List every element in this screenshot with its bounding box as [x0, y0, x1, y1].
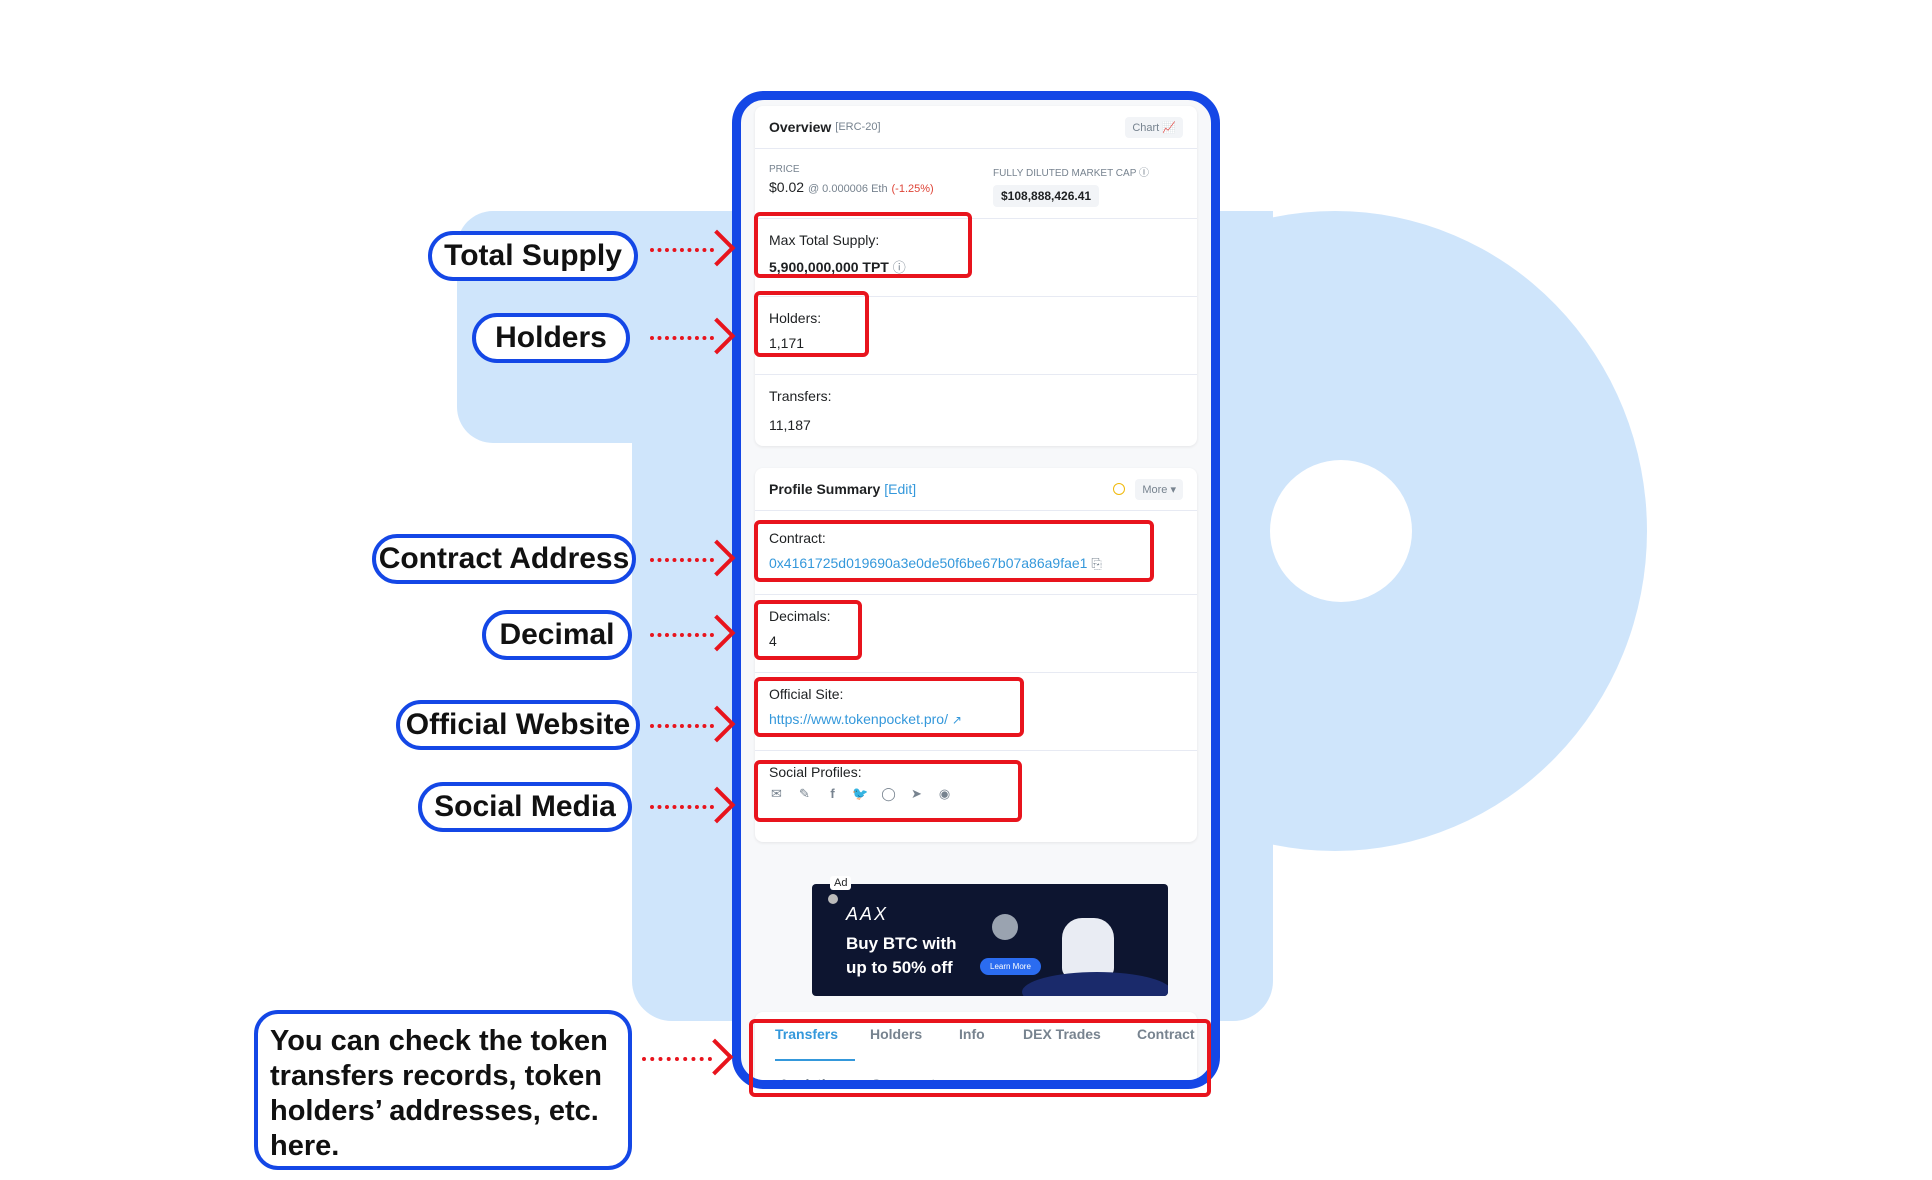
ad-brand: AAX	[846, 904, 889, 924]
highlight-tabs	[749, 1019, 1211, 1097]
arrow-social-media	[650, 786, 736, 824]
callout-total-supply: Total Supply	[428, 231, 638, 281]
divider	[755, 594, 1197, 595]
highlight-total-supply	[754, 212, 972, 278]
overview-header: Overview [ERC-20] Chart 📈	[755, 106, 1197, 149]
arrow-holders	[650, 317, 736, 355]
arrow-tabs	[642, 1038, 734, 1076]
ad-learn-more-button[interactable]: Learn More	[980, 958, 1041, 975]
divider	[755, 374, 1197, 375]
highlight-decimals	[754, 600, 862, 660]
callout-contract-address: Contract Address	[372, 534, 636, 584]
chevron-down-icon: ▾	[1170, 483, 1176, 496]
transfers-label: Transfers:	[769, 388, 832, 404]
planet-icon	[1022, 972, 1168, 996]
divider	[755, 750, 1197, 751]
background-logo-hole	[1270, 460, 1412, 602]
profile-header: Profile Summary [Edit] More ▾	[755, 468, 1197, 511]
ad-label: Ad	[830, 876, 852, 890]
callout-official-website: Official Website	[396, 700, 640, 750]
transfers-value: 11,187	[769, 417, 811, 433]
status-dot-icon	[1113, 483, 1126, 495]
arrow-official-website	[650, 705, 736, 743]
arrow-decimal	[650, 614, 736, 652]
market-cap-label: FULLY DILUTED MARKET CAP ⓘ	[993, 168, 1149, 179]
market-cap-section: FULLY DILUTED MARKET CAP ⓘ $108,888,426.…	[993, 164, 1149, 207]
arrow-contract	[650, 539, 736, 577]
help-icon: ⓘ	[1138, 168, 1149, 179]
arrow-total-supply	[650, 229, 736, 267]
market-cap-value: $108,888,426.41	[993, 185, 1100, 207]
price-label: PRICE	[769, 164, 800, 175]
more-dropdown[interactable]: More ▾	[1135, 478, 1183, 500]
callout-decimal: Decimal	[482, 610, 632, 660]
chart-button-label: Chart	[1132, 121, 1160, 134]
profile-title: Profile Summary	[769, 481, 881, 497]
price-section: PRICE $0.02 @ 0.000006 Eth (-1.25%)	[769, 164, 934, 195]
ad-banner[interactable]: AAX Buy BTC with up to 50% off Learn Mor…	[812, 884, 1168, 996]
edit-link[interactable]: [Edit]	[884, 481, 916, 497]
chart-button[interactable]: Chart 📈	[1125, 116, 1183, 138]
overview-title: Overview	[769, 119, 832, 135]
ad-line2: up to 50% off	[846, 958, 953, 977]
price-value: $0.02	[769, 179, 805, 195]
price-change: (-1.25%)	[891, 183, 934, 195]
price-eth: @ 0.000006 Eth	[807, 183, 888, 195]
highlight-contract	[754, 520, 1154, 582]
divider	[755, 672, 1197, 673]
callout-tabs-note: You can check the token transfers record…	[254, 1010, 632, 1170]
more-label: More	[1142, 483, 1168, 496]
ad-line1: Buy BTC with	[846, 934, 957, 953]
token-type: [ERC-20]	[835, 121, 881, 133]
callout-holders: Holders	[472, 313, 630, 363]
highlight-holders	[754, 291, 869, 357]
coin-icon	[992, 914, 1018, 940]
highlight-official-site	[754, 677, 1024, 737]
astronaut-icon	[1062, 918, 1114, 978]
chart-icon: 📈	[1162, 121, 1176, 134]
moon-icon	[828, 894, 838, 904]
transfers-section: Transfers: 11,187	[769, 388, 832, 433]
highlight-social-profiles	[754, 760, 1022, 822]
callout-social-media: Social Media	[418, 782, 632, 832]
